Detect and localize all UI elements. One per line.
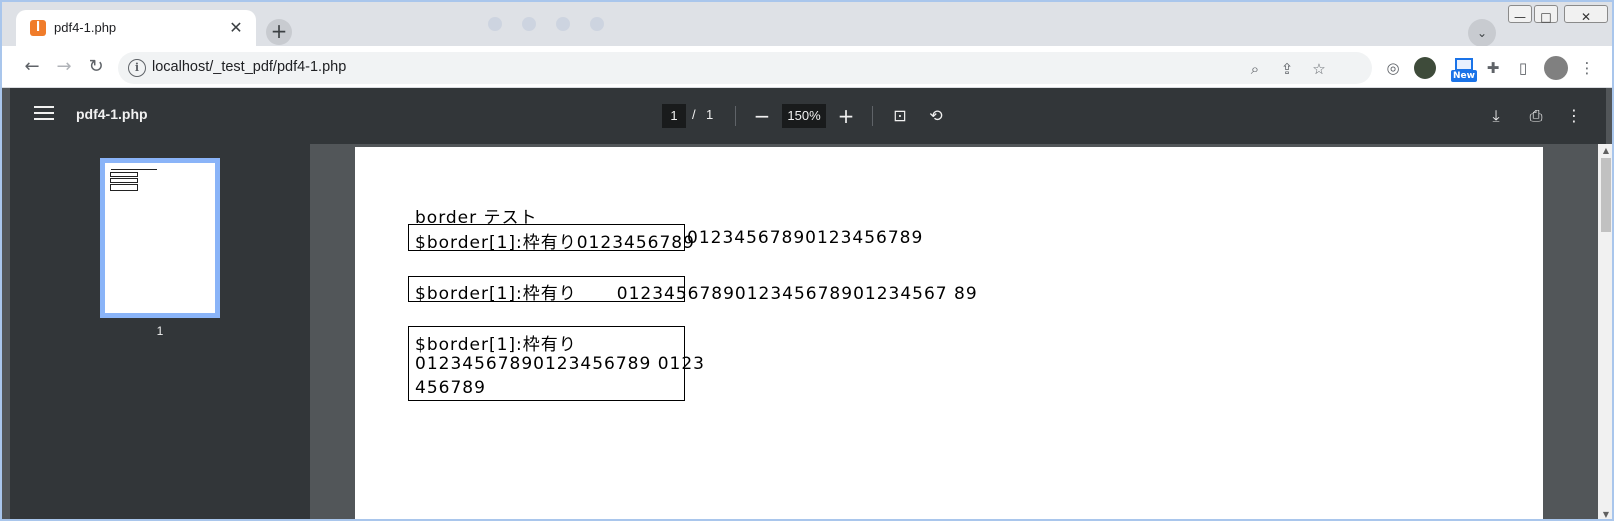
faded-icon (556, 17, 570, 31)
print-icon[interactable]: ⎙ (1522, 102, 1550, 130)
faded-icon (522, 17, 536, 31)
pdf-toolbar: pdf4-1.php 1 / 1 − 150% + ⊡ ⟲ ⤓ ⎙ ⋮ (10, 88, 1606, 144)
extension-icon[interactable]: ◎ (1382, 57, 1404, 79)
download-icon[interactable]: ⤓ (1482, 102, 1510, 130)
page-number-input[interactable]: 1 (662, 104, 686, 128)
toolbar-divider (735, 106, 736, 126)
pdf-box3-line-1: $border[1]:枠有り (415, 335, 577, 355)
zoom-icon[interactable]: ⌕ (1244, 58, 1266, 80)
pdf-line-2-digits: 0123456789012345678901234567 89 (616, 284, 978, 304)
puzzle-icon[interactable]: ✚ (1482, 57, 1504, 79)
thumbnail-page-label: 1 (156, 324, 164, 338)
share-icon[interactable]: ⇪ (1276, 58, 1298, 80)
thumb-box (110, 184, 138, 191)
rotate-icon[interactable]: ⟲ (922, 102, 950, 130)
thumb-box (110, 178, 138, 183)
faded-icon (488, 17, 502, 31)
address-bar[interactable]: i localhost/_test_pdf/pdf4-1.php ⌕ ⇪ ☆ (118, 52, 1372, 84)
scroll-up-arrow-icon[interactable]: ▲ (1601, 146, 1611, 156)
pdf-page: border テスト $border[1]:枠有り0123456789 0123… (355, 147, 1543, 519)
browser-toolbar: ← → ↻ i localhost/_test_pdf/pdf4-1.php ⌕… (2, 46, 1612, 88)
back-button[interactable]: ← (20, 55, 44, 79)
faded-icon (590, 17, 604, 31)
vertical-scrollbar[interactable]: ▲ ▼ (1598, 144, 1612, 519)
pdf-line-1-boxed: $border[1]:枠有り0123456789 (415, 233, 695, 253)
page-separator: / (692, 107, 696, 122)
sidebar-menu-icon[interactable] (34, 106, 54, 126)
pdf-box3-line-2: 01234567890123456789 0123 (415, 354, 705, 374)
reload-button[interactable]: ↻ (84, 55, 108, 79)
xampp-favicon-icon: ꟾ (30, 20, 46, 36)
bookmark-star-icon[interactable]: ☆ (1308, 58, 1330, 80)
tab-strip: ꟾ pdf4-1.php ✕ + ⌄ — □ ✕ (2, 2, 1612, 47)
page-total: 1 (706, 107, 714, 122)
pdf-line-1-overflow: 01234567890123456789 (687, 228, 924, 248)
close-window-button[interactable]: ✕ (1564, 5, 1608, 24)
extension-new-icon[interactable]: New (1451, 58, 1477, 82)
tab-pdf4-1[interactable]: ꟾ pdf4-1.php ✕ (16, 10, 256, 46)
thumb-line (111, 169, 157, 170)
thumbnail-sidebar: 1 (10, 144, 310, 519)
scroll-down-arrow-icon[interactable]: ▼ (1601, 510, 1611, 519)
zoom-in-button[interactable]: + (832, 102, 860, 130)
pdf-canvas: border テスト $border[1]:枠有り0123456789 0123… (310, 144, 1598, 519)
hamburger-line (34, 118, 54, 120)
maximize-window-button[interactable]: □ (1534, 5, 1558, 24)
new-tab-button[interactable]: + (266, 19, 292, 45)
tab-search-button[interactable]: ⌄ (1468, 19, 1496, 47)
tab-close-icon[interactable]: ✕ (226, 18, 246, 38)
thumb-box (110, 172, 138, 177)
page-thumbnail[interactable] (100, 158, 220, 318)
fit-page-icon[interactable]: ⊡ (886, 102, 914, 130)
pdf-box3-line-3: 456789 (415, 378, 486, 398)
toolbar-divider (872, 106, 873, 126)
browser-window: ꟾ pdf4-1.php ✕ + ⌄ — □ ✕ ← → ↻ i localho… (0, 0, 1614, 521)
pdf-line-2: $border[1]:枠有り 01234567890123456789012345… (415, 279, 978, 304)
hamburger-line (34, 112, 54, 114)
zoom-level-input[interactable]: 150% (782, 104, 826, 128)
pdf-line-2-label: $border[1]:枠有り (415, 284, 577, 304)
more-options-icon[interactable]: ⋮ (1560, 102, 1588, 130)
url-text[interactable]: localhost/_test_pdf/pdf4-1.php (152, 59, 346, 75)
menu-icon[interactable]: ⋮ (1576, 57, 1598, 79)
hamburger-line (34, 106, 54, 108)
pdf-title: pdf4-1.php (76, 106, 148, 122)
profile-avatar[interactable] (1544, 56, 1568, 80)
pdf-viewer: pdf4-1.php 1 / 1 − 150% + ⊡ ⟲ ⤓ ⎙ ⋮ 1 bo… (2, 88, 1612, 519)
scrollbar-thumb[interactable] (1601, 158, 1611, 232)
new-badge: New (1451, 70, 1477, 82)
tabstrip-background-icons (488, 16, 628, 36)
forward-button[interactable]: → (52, 55, 76, 79)
sidepanel-icon[interactable]: ▯ (1512, 57, 1534, 79)
site-info-icon[interactable]: i (128, 59, 146, 77)
zoom-out-button[interactable]: − (748, 102, 776, 130)
minimize-window-button[interactable]: — (1508, 5, 1532, 24)
extension-green-icon[interactable] (1414, 57, 1436, 79)
tab-title: pdf4-1.php (54, 20, 117, 35)
